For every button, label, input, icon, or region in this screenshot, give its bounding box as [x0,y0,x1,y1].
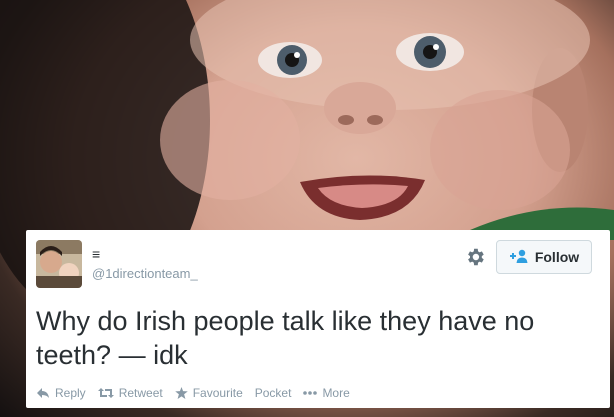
reply-icon [37,388,49,398]
tweet-actions: Reply Retweet Favourite Pocket More [36,386,362,400]
avatar-image [36,240,82,288]
display-name[interactable]: ≡ [92,246,100,262]
pocket-action[interactable]: Pocket [255,386,292,400]
retweet-label: Retweet [118,386,163,400]
retweet-icon [97,388,114,398]
gear-icon[interactable] [464,246,486,268]
reply-action[interactable]: Reply [36,386,86,400]
favourite-action[interactable]: Favourite [174,386,243,400]
follow-button[interactable]: Follow [496,240,592,274]
avatar[interactable] [36,240,82,288]
follow-person-icon [509,249,529,266]
more-label: More [322,386,350,400]
pocket-label: Pocket [254,386,292,400]
user-handle[interactable]: @1directionteam_ [92,266,198,281]
reply-label: Reply [55,386,86,400]
retweet-action[interactable]: Retweet [97,386,163,400]
follow-label: Follow [534,249,580,265]
favourite-label: Favourite [192,386,243,400]
more-dots-icon [303,391,318,395]
tweet-text: Why do Irish people talk like they have … [36,306,535,370]
tweet-card: ≡ @1directionteam_ Follow Why do Irish p… [26,230,610,408]
favourite-star-icon [174,387,188,399]
more-action[interactable]: More [303,386,350,400]
